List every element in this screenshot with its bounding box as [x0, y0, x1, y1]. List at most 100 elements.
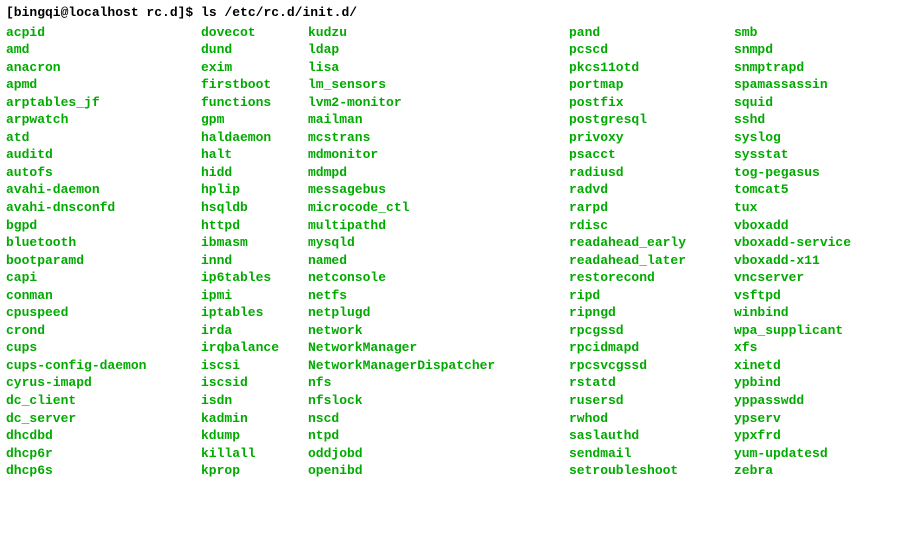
file-entry: microcode_ctl: [308, 199, 569, 217]
file-entry: vboxadd-service: [734, 234, 851, 252]
file-entry: dc_client: [6, 392, 201, 410]
file-entry: lm_sensors: [308, 76, 569, 94]
file-entry: yum-updatesd: [734, 445, 851, 463]
listing-column-0: acpidamdanacronapmdarptables_jfarpwatcha…: [6, 24, 201, 480]
file-entry: dc_server: [6, 410, 201, 428]
file-entry: vsftpd: [734, 287, 851, 305]
file-entry: rusersd: [569, 392, 734, 410]
file-entry: postgresql: [569, 111, 734, 129]
file-entry: netfs: [308, 287, 569, 305]
file-entry: vboxadd-x11: [734, 252, 851, 270]
file-entry: pcscd: [569, 41, 734, 59]
file-entry: mysqld: [308, 234, 569, 252]
file-entry: rpcgssd: [569, 322, 734, 340]
file-entry: mcstrans: [308, 129, 569, 147]
listing-column-3: pandpcscdpkcs11otdportmappostfixpostgres…: [569, 24, 734, 480]
file-entry: anacron: [6, 59, 201, 77]
file-entry: portmap: [569, 76, 734, 94]
file-entry: rwhod: [569, 410, 734, 428]
shell-prompt: [bingqi@localhost rc.d]$ ls /etc/rc.d/in…: [6, 4, 908, 22]
file-entry: rdisc: [569, 217, 734, 235]
file-entry: autofs: [6, 164, 201, 182]
file-entry: rarpd: [569, 199, 734, 217]
file-entry: cyrus-imapd: [6, 374, 201, 392]
file-entry: lisa: [308, 59, 569, 77]
file-entry: netplugd: [308, 304, 569, 322]
file-entry: oddjobd: [308, 445, 569, 463]
file-entry: haldaemon: [201, 129, 308, 147]
file-entry: pkcs11otd: [569, 59, 734, 77]
file-entry: postfix: [569, 94, 734, 112]
file-entry: mdmpd: [308, 164, 569, 182]
file-entry: killall: [201, 445, 308, 463]
file-entry: openibd: [308, 462, 569, 480]
file-entry: ibmasm: [201, 234, 308, 252]
file-entry: nfs: [308, 374, 569, 392]
file-entry: sendmail: [569, 445, 734, 463]
file-entry: innd: [201, 252, 308, 270]
file-entry: ip6tables: [201, 269, 308, 287]
file-entry: nscd: [308, 410, 569, 428]
file-entry: iscsid: [201, 374, 308, 392]
file-entry: cups-config-daemon: [6, 357, 201, 375]
file-entry: rpcsvcgssd: [569, 357, 734, 375]
file-entry: conman: [6, 287, 201, 305]
file-entry: hsqldb: [201, 199, 308, 217]
file-entry: avahi-daemon: [6, 181, 201, 199]
file-entry: pand: [569, 24, 734, 42]
file-entry: lvm2-monitor: [308, 94, 569, 112]
file-entry: readahead_early: [569, 234, 734, 252]
directory-listing: acpidamdanacronapmdarptables_jfarpwatcha…: [6, 24, 908, 480]
file-entry: ypserv: [734, 410, 851, 428]
file-entry: zebra: [734, 462, 851, 480]
file-entry: capi: [6, 269, 201, 287]
file-entry: rpcidmapd: [569, 339, 734, 357]
file-entry: ldap: [308, 41, 569, 59]
file-entry: acpid: [6, 24, 201, 42]
file-entry: winbind: [734, 304, 851, 322]
file-entry: functions: [201, 94, 308, 112]
file-entry: spamassassin: [734, 76, 851, 94]
file-entry: mailman: [308, 111, 569, 129]
file-entry: tog-pegasus: [734, 164, 851, 182]
file-entry: tomcat5: [734, 181, 851, 199]
file-entry: messagebus: [308, 181, 569, 199]
file-entry: ripd: [569, 287, 734, 305]
file-entry: xinetd: [734, 357, 851, 375]
file-entry: crond: [6, 322, 201, 340]
file-entry: kprop: [201, 462, 308, 480]
file-entry: httpd: [201, 217, 308, 235]
file-entry: nfslock: [308, 392, 569, 410]
file-entry: psacct: [569, 146, 734, 164]
listing-column-4: smbsnmpdsnmptrapdspamassassinsquidsshdsy…: [734, 24, 851, 480]
file-entry: ypxfrd: [734, 427, 851, 445]
file-entry: amd: [6, 41, 201, 59]
listing-column-1: dovecotdundeximfirstbootfunctionsgpmhald…: [201, 24, 308, 480]
file-entry: smb: [734, 24, 851, 42]
file-entry: setroubleshoot: [569, 462, 734, 480]
file-entry: privoxy: [569, 129, 734, 147]
file-entry: snmpd: [734, 41, 851, 59]
file-entry: syslog: [734, 129, 851, 147]
file-entry: kdump: [201, 427, 308, 445]
file-entry: squid: [734, 94, 851, 112]
file-entry: exim: [201, 59, 308, 77]
file-entry: bluetooth: [6, 234, 201, 252]
file-entry: bgpd: [6, 217, 201, 235]
file-entry: isdn: [201, 392, 308, 410]
file-entry: saslauthd: [569, 427, 734, 445]
file-entry: restorecond: [569, 269, 734, 287]
file-entry: sysstat: [734, 146, 851, 164]
file-entry: multipathd: [308, 217, 569, 235]
file-entry: vboxadd: [734, 217, 851, 235]
file-entry: avahi-dnsconfd: [6, 199, 201, 217]
file-entry: netconsole: [308, 269, 569, 287]
file-entry: vncserver: [734, 269, 851, 287]
file-entry: dund: [201, 41, 308, 59]
file-entry: ipmi: [201, 287, 308, 305]
file-entry: hidd: [201, 164, 308, 182]
file-entry: iscsi: [201, 357, 308, 375]
file-entry: yppasswdd: [734, 392, 851, 410]
file-entry: rstatd: [569, 374, 734, 392]
file-entry: kudzu: [308, 24, 569, 42]
